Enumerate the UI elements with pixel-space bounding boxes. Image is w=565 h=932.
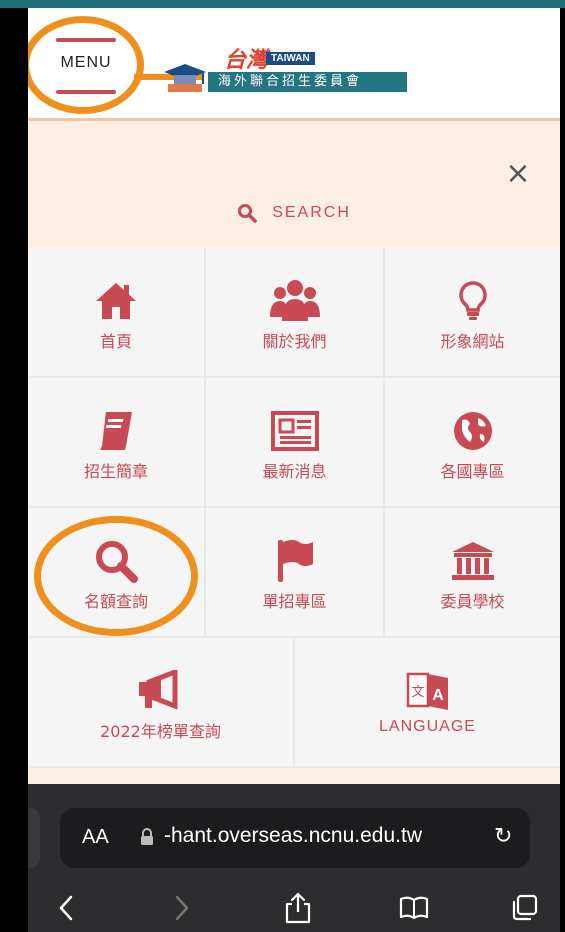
browser-chrome: AA -hant.overseas.ncnu.edu.tw ↻ bbox=[28, 784, 560, 932]
lock-icon bbox=[141, 828, 153, 845]
globe-icon bbox=[385, 406, 560, 456]
bookmarks-icon[interactable] bbox=[394, 888, 434, 928]
svg-text:文: 文 bbox=[411, 685, 424, 700]
newspaper-icon bbox=[206, 406, 383, 456]
search-icon bbox=[237, 203, 257, 223]
logo-org-name: 海外聯合招生委員會 bbox=[208, 72, 407, 92]
menu-item-individual-admission[interactable]: 單招專區 bbox=[206, 508, 385, 638]
menu-item-label: 最新消息 bbox=[262, 462, 327, 481]
menu-item-news[interactable]: 最新消息 bbox=[206, 378, 385, 508]
lightbulb-icon bbox=[385, 276, 560, 326]
menu-item-2022-results[interactable]: 2022年榜單查詢 bbox=[28, 638, 295, 768]
menu-item-label: 委員學校 bbox=[440, 592, 505, 611]
close-icon[interactable]: × bbox=[502, 158, 534, 190]
menu-item-brochure[interactable]: 招生簡章 bbox=[28, 378, 206, 508]
menu-item-label: 關於我們 bbox=[262, 332, 327, 351]
institution-icon bbox=[385, 536, 560, 586]
graduation-cap-icon bbox=[164, 64, 206, 92]
menu-item-label: 首頁 bbox=[99, 332, 132, 351]
status-strip bbox=[0, 0, 565, 8]
menu-item-language[interactable]: 文A LANGUAGE bbox=[295, 638, 560, 768]
menu-item-label: 單招專區 bbox=[262, 592, 327, 611]
megaphone-icon bbox=[28, 666, 293, 716]
site-logo[interactable]: 台灣 TAIWAN 海外聯合招生委員會 bbox=[162, 42, 407, 100]
menu-item-about[interactable]: 關於我們 bbox=[206, 248, 385, 378]
url-text: -hant.overseas.ncnu.edu.tw bbox=[164, 824, 422, 847]
reader-text-size-button[interactable]: AA bbox=[82, 826, 109, 849]
menu-item-image-site[interactable]: 形象網站 bbox=[385, 248, 560, 378]
web-viewport: MENU 台灣 TAIWAN 海外聯合招生委員會 × SEARCH 首頁 關於我… bbox=[28, 8, 560, 932]
header-divider bbox=[28, 118, 560, 121]
menu-bar-top bbox=[56, 38, 116, 42]
forward-icon[interactable] bbox=[162, 888, 202, 928]
menu-item-countries[interactable]: 各國專區 bbox=[385, 378, 560, 508]
menu-label: MENU bbox=[60, 54, 112, 71]
tabs-icon[interactable] bbox=[504, 888, 544, 928]
menu-item-quota[interactable]: 名額查詢 bbox=[28, 508, 206, 638]
flag-icon bbox=[206, 536, 383, 586]
logo-taiwan-word: TAIWAN bbox=[266, 52, 315, 65]
search-icon bbox=[28, 536, 204, 586]
reload-icon[interactable]: ↻ bbox=[494, 824, 512, 849]
search-label: SEARCH bbox=[272, 203, 351, 221]
group-icon bbox=[206, 276, 383, 326]
browser-toolbar bbox=[28, 888, 560, 932]
menu-item-label: 各國專區 bbox=[440, 462, 505, 481]
menu-bar-bottom bbox=[56, 90, 116, 94]
back-icon[interactable] bbox=[46, 888, 86, 928]
menu-item-label: 名額查詢 bbox=[83, 592, 148, 611]
menu-item-label: 形象網站 bbox=[440, 332, 505, 351]
share-icon[interactable] bbox=[278, 888, 318, 928]
menu-item-label: LANGUAGE bbox=[379, 718, 476, 735]
previous-tab-edge[interactable] bbox=[28, 808, 40, 868]
menu-item-member-schools[interactable]: 委員學校 bbox=[385, 508, 560, 638]
home-icon bbox=[28, 276, 204, 326]
menu-item-label: 招生簡章 bbox=[83, 462, 148, 481]
svg-text:A: A bbox=[432, 687, 444, 704]
site-header: MENU 台灣 TAIWAN 海外聯合招生委員會 bbox=[28, 8, 560, 118]
menu-button[interactable]: MENU bbox=[40, 30, 132, 102]
address-bar[interactable]: AA -hant.overseas.ncnu.edu.tw ↻ bbox=[60, 808, 530, 868]
screen: MENU 台灣 TAIWAN 海外聯合招生委員會 × SEARCH 首頁 關於我… bbox=[0, 0, 565, 932]
logo-taiwan-chars: 台灣 bbox=[224, 47, 269, 73]
menu-item-home[interactable]: 首頁 bbox=[28, 248, 206, 378]
translate-icon: 文A bbox=[295, 666, 560, 716]
menu-grid: 首頁 關於我們 形象網站 招生簡章 最新消息 各國專區 名額查詢 單招專區 委員… bbox=[28, 248, 560, 768]
menu-item-label: 2022年榜單查詢 bbox=[100, 722, 221, 741]
search-link[interactable]: SEARCH bbox=[28, 202, 560, 234]
book-icon bbox=[28, 406, 204, 456]
